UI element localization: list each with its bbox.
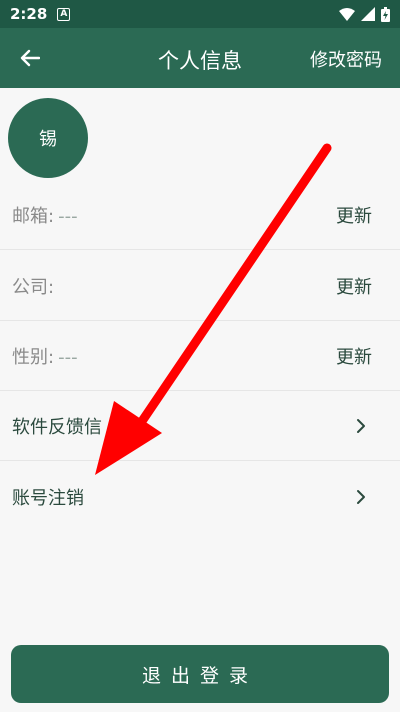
status-icons bbox=[339, 6, 390, 22]
status-time: 2:28 bbox=[10, 5, 48, 23]
notification-icon: A bbox=[57, 7, 71, 21]
app-bar: 个人信息 修改密码 bbox=[0, 28, 400, 88]
signal-icon bbox=[361, 7, 375, 21]
email-label: 邮箱: --- bbox=[12, 205, 78, 227]
gender-value: --- bbox=[58, 346, 78, 368]
logout-button[interactable]: 退出登录 bbox=[11, 645, 389, 703]
avatar-text: 锡 bbox=[39, 129, 57, 150]
wifi-icon bbox=[339, 7, 355, 21]
battery-icon bbox=[381, 6, 390, 22]
feedback-label: 软件反馈信 bbox=[12, 416, 102, 438]
change-password-button[interactable]: 修改密码 bbox=[310, 46, 382, 72]
email-value: --- bbox=[58, 205, 78, 227]
update-gender-button[interactable]: 更新 bbox=[336, 343, 372, 369]
account-cancel-label: 账号注销 bbox=[12, 488, 84, 509]
status-bar: 2:28 A bbox=[0, 0, 400, 28]
email-row: 邮箱: --- 更新 bbox=[0, 180, 400, 250]
chevron-right-icon bbox=[357, 419, 365, 433]
company-label: 公司: bbox=[12, 276, 55, 298]
company-row: 公司: 更新 bbox=[0, 251, 400, 321]
update-email-button[interactable]: 更新 bbox=[336, 202, 372, 228]
gender-label: 性别: --- bbox=[12, 346, 78, 368]
account-cancel-row[interactable]: 账号注销 bbox=[0, 462, 400, 532]
update-company-button[interactable]: 更新 bbox=[336, 273, 372, 299]
feedback-row[interactable]: 软件反馈信 bbox=[0, 391, 400, 461]
gender-row: 性别: --- 更新 bbox=[0, 321, 400, 391]
chevron-right-icon bbox=[357, 490, 365, 504]
avatar[interactable]: 锡 bbox=[8, 98, 88, 178]
